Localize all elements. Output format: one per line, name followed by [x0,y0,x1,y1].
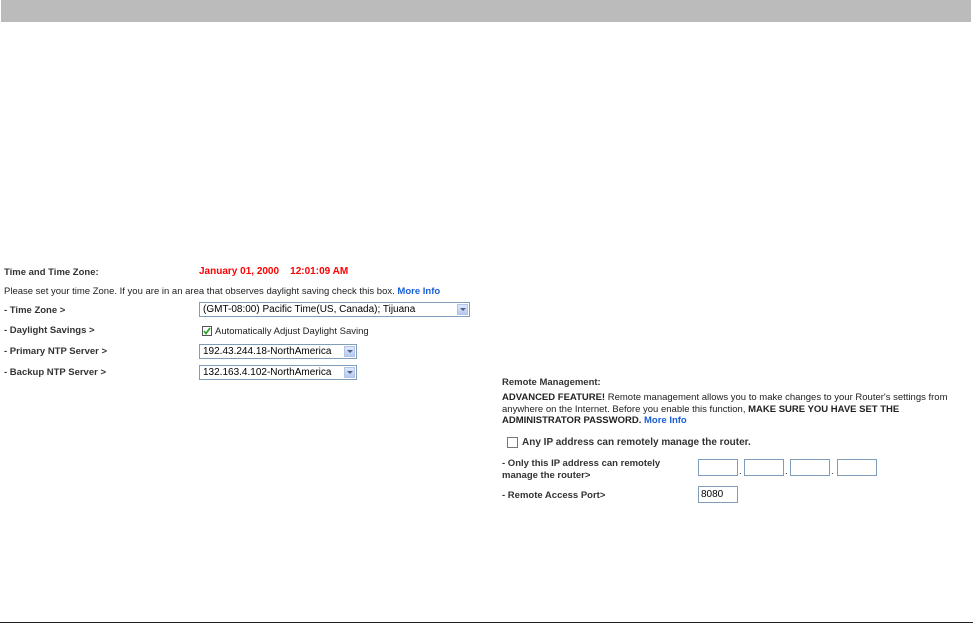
ip-octet-3[interactable] [790,459,830,476]
ip-dot: . [785,466,788,477]
checkmark-icon [203,327,211,335]
chevron-down-icon [344,346,355,357]
primary-ntp-label: - Primary NTP Server > [4,346,108,357]
only-ip-label-line2: manage the router> [502,470,591,481]
time-heading: Time and Time Zone: [4,267,99,278]
ip-dot: . [831,466,834,477]
ip-octet-1[interactable] [698,459,738,476]
time-zone-label: - Time Zone > [4,305,66,316]
daylight-label: - Daylight Savings > [4,325,95,336]
instruction-text: Please set your time Zone. If you are in… [4,286,395,297]
top-bar [1,0,971,22]
backup-ntp-select[interactable]: 132.163.4.102-NorthAmerica [199,365,357,380]
ip-octet-4[interactable] [837,459,877,476]
chevron-down-icon [344,367,355,378]
port-label: - Remote Access Port> [502,490,606,501]
time-zone-select[interactable]: (GMT-08:00) Pacific Time(US, Canada); Ti… [199,302,470,317]
any-ip-checkbox[interactable] [507,437,518,448]
primary-ntp-select[interactable]: 192.43.244.18-NorthAmerica [199,344,357,359]
ip-dot: . [739,466,742,477]
daylight-checkbox-label: Automatically Adjust Daylight Saving [215,326,369,337]
advanced-feature-text: ADVANCED FEATURE! [502,392,606,403]
time-instruction: Please set your time Zone. If you are in… [4,286,440,297]
backup-ntp-label: - Backup NTP Server > [4,367,106,378]
ip-octet-2[interactable] [744,459,784,476]
bottom-divider [0,622,973,623]
backup-ntp-value: 132.163.4.102-NorthAmerica [203,367,332,378]
primary-ntp-value: 192.43.244.18-NorthAmerica [203,346,332,357]
current-datetime: January 01, 2000 12:01:09 AM [199,266,349,277]
daylight-checkbox[interactable] [202,326,212,336]
more-info-link[interactable]: More Info [397,286,440,297]
more-info-link[interactable]: More Info [644,415,687,426]
remote-heading: Remote Management: [502,377,601,388]
time-zone-value: (GMT-08:00) Pacific Time(US, Canada); Ti… [203,304,416,315]
any-ip-label: Any IP address can remotely manage the r… [522,437,751,448]
port-input[interactable]: 8080 [698,486,738,503]
chevron-down-icon [457,304,468,315]
only-ip-label: - Only this IP address can remotely manag… [502,458,660,482]
remote-description: ADVANCED FEATURE! Remote management allo… [502,392,962,427]
only-ip-label-line1: - Only this IP address can remotely [502,458,661,469]
